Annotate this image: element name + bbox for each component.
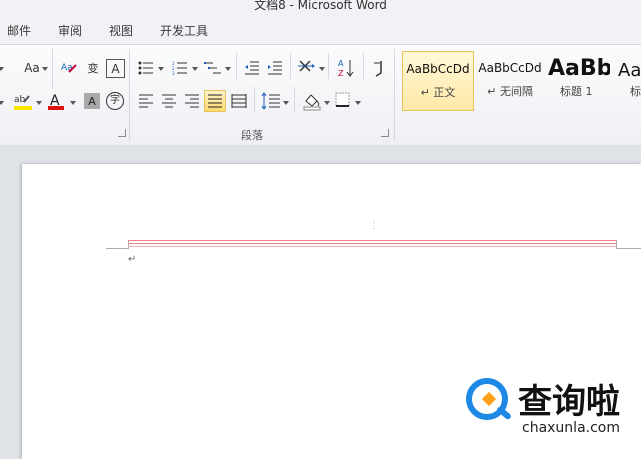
header-border-tick [128, 240, 129, 249]
style-heading-1[interactable]: AaBb 标题 1 [548, 51, 610, 109]
header-border-line [128, 243, 616, 244]
watermark-url: chaxunla.com [522, 420, 620, 436]
change-case-dropdown-arrow[interactable] [42, 67, 48, 71]
watermark-logo: 查询啦 chaxunla.com [466, 374, 636, 444]
multilevel-list-icon[interactable] [203, 59, 223, 77]
tab-view[interactable]: 视图 [109, 22, 133, 39]
sort-icon[interactable]: AZ [336, 58, 356, 78]
borders-icon[interactable] [334, 91, 352, 109]
ribbon: Aa Aa 变 A ab A A 字 123 AZ 段落 AaBbCcDd ↵ … [0, 44, 641, 146]
decrease-indent-icon[interactable] [243, 59, 261, 77]
enclose-characters-button[interactable]: 字 [106, 92, 124, 110]
multilevel-dropdown-arrow[interactable] [225, 67, 231, 71]
ribbon-tab-bar: 邮件 审阅 视图 开发工具 [0, 14, 641, 44]
divider [328, 53, 329, 79]
style-sample: AaBb [548, 55, 610, 81]
svg-text:3: 3 [172, 71, 175, 75]
style-name: ↵ 正文 [420, 86, 456, 99]
divider [129, 49, 130, 141]
divider [290, 53, 291, 79]
font-size-dropdown-arrow[interactable] [0, 67, 4, 71]
text-highlight-button[interactable]: ab [13, 91, 33, 111]
line-spacing-dropdown-arrow[interactable] [283, 101, 289, 105]
styles-gallery: AaBbCcDd ↵ 正文 AaBbCcDd ↵ 无间隔 AaBb 标题 1 A… [398, 49, 641, 111]
style-sample: AaBbCcDd [478, 61, 542, 75]
change-case-button[interactable]: Aa [20, 59, 44, 77]
style-no-spacing[interactable]: AaBbCcDd ↵ 无间隔 [475, 51, 545, 109]
justify-icon[interactable] [204, 90, 226, 112]
watermark-brand: 查询啦 [518, 382, 620, 422]
style-sample: Aa [618, 59, 641, 81]
character-border-button[interactable]: A [106, 59, 125, 78]
divider [52, 49, 53, 89]
line-spacing-icon[interactable] [261, 91, 281, 111]
style-name: 标题 1 [560, 84, 593, 98]
tab-mailings[interactable]: 邮件 [7, 22, 31, 39]
svg-text:A: A [338, 59, 344, 68]
style-sample: AaBbCcDd [406, 62, 470, 76]
font-dialog-launcher-icon[interactable] [118, 129, 126, 137]
bullets-dropdown-arrow[interactable] [158, 67, 164, 71]
align-left-icon[interactable] [137, 92, 155, 110]
tab-review[interactable]: 审阅 [58, 22, 82, 39]
svg-text:Aa: Aa [61, 63, 73, 73]
shading-dropdown-arrow[interactable] [324, 101, 330, 105]
font-dropdown-arrow[interactable] [0, 101, 4, 105]
highlight-dropdown-arrow[interactable] [36, 101, 42, 105]
header-marker: :: [373, 218, 376, 231]
header-border-line [128, 246, 616, 247]
chinese-layout-icon[interactable] [297, 57, 317, 77]
style-heading-2[interactable]: Aa 标 [618, 51, 641, 109]
paragraph-mark: ↵ [128, 254, 137, 265]
phonetic-guide-button[interactable]: 变 [83, 59, 103, 77]
divider [363, 53, 364, 79]
numbering-icon[interactable]: 123 [171, 59, 189, 77]
distributed-icon[interactable] [230, 92, 248, 110]
divider [254, 87, 255, 113]
header-border-right [616, 248, 641, 249]
chinese-layout-dropdown-arrow[interactable] [319, 67, 325, 71]
shading-icon[interactable] [302, 90, 322, 112]
clear-format-icon[interactable]: Aa [58, 59, 80, 77]
tab-developer[interactable]: 开发工具 [160, 22, 208, 39]
title-bar: 文档8 - Microsoft Word [0, 0, 641, 14]
divider [294, 87, 295, 113]
show-hide-marks-icon[interactable] [370, 58, 386, 78]
paragraph-dialog-launcher-icon[interactable] [381, 129, 389, 137]
svg-text:ab: ab [14, 95, 26, 105]
header-border-line [128, 240, 616, 241]
font-color-button[interactable]: A [46, 91, 66, 111]
header-border-left [106, 248, 129, 249]
style-name: 标 [630, 84, 641, 98]
align-center-icon[interactable] [160, 92, 178, 110]
style-normal[interactable]: AaBbCcDd ↵ 正文 [402, 51, 474, 111]
increase-indent-icon[interactable] [266, 59, 284, 77]
window-title: 文档8 - Microsoft Word [254, 0, 387, 12]
style-name: ↵ 无间隔 [487, 85, 533, 98]
borders-dropdown-arrow[interactable] [355, 101, 361, 105]
paragraph-group-label: 段落 [241, 129, 263, 142]
divider [394, 49, 395, 141]
align-right-icon[interactable] [183, 92, 201, 110]
numbering-dropdown-arrow[interactable] [192, 67, 198, 71]
character-shading-button[interactable]: A [84, 93, 100, 109]
bullets-icon[interactable] [137, 59, 155, 77]
divider [236, 53, 237, 79]
svg-text:Z: Z [338, 69, 344, 78]
font-color-dropdown-arrow[interactable] [70, 101, 76, 105]
